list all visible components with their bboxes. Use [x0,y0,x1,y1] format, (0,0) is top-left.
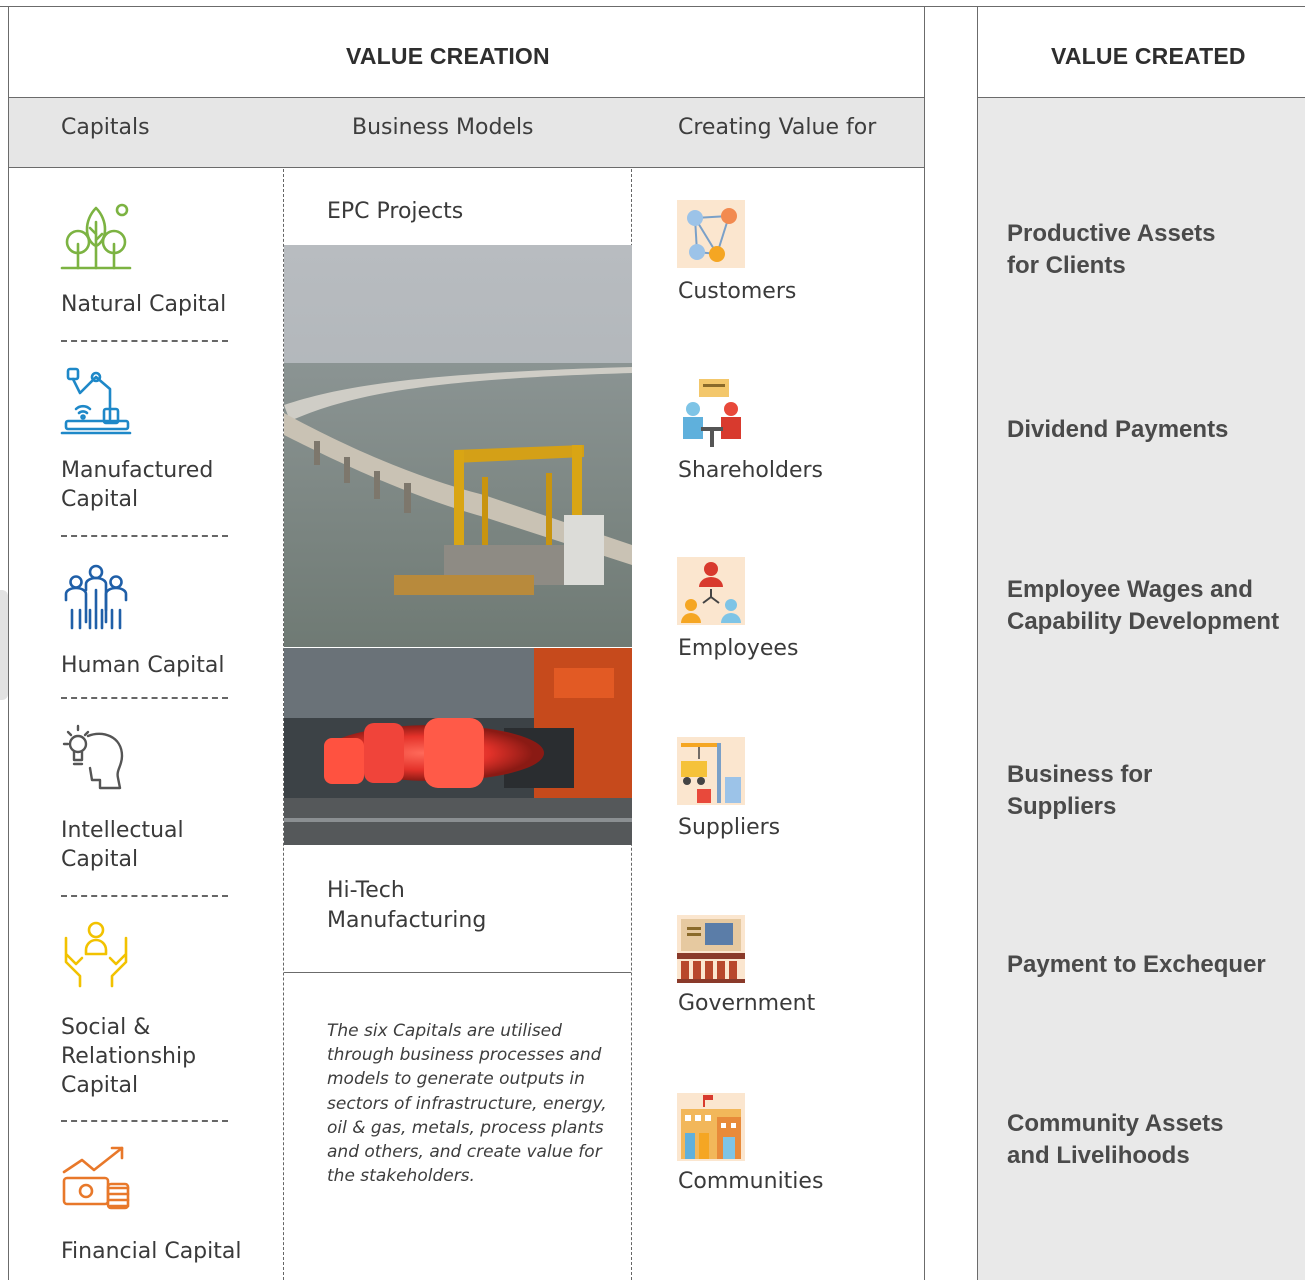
value-created-item: Community Assets and Livelihoods [1007,1110,1224,1169]
value-created-item: Payment to Exchequer [1007,951,1266,978]
crane-truck-icon [677,737,745,805]
stakeholder-label-government: Government [678,991,816,1016]
value-creation-note: The six Capitals are utilised through bu… [327,1021,607,1187]
money-growth-icon [62,1146,130,1210]
stakeholder-label-communities: Communities [678,1169,824,1194]
network-people-icon [677,200,745,268]
hitech-manufacturing-label: Hi-Tech Manufacturing [327,878,487,933]
team-hierarchy-icon [677,557,745,625]
stakeholder-label-suppliers: Suppliers [678,815,781,840]
forging-manufacturing-image [284,648,632,845]
trees-icon [60,203,132,270]
stakeholder-label-employees: Employees [678,636,799,661]
lightbulb-head-icon [62,724,124,790]
people-icon [64,564,128,630]
meeting-icon [677,379,745,447]
bridge-construction-image [284,245,632,647]
capital-label-social: Social & Relationship Capital [61,1015,197,1098]
left-edge-shadow [0,590,8,700]
value-created-item: Business for Suppliers [1007,761,1153,820]
town-buildings-icon [677,1093,745,1161]
hands-person-icon [64,921,128,988]
capital-label-manufactured: Manufactured Capital [61,458,214,512]
capitals-header: Capitals [61,115,150,140]
stakeholder-label-customers: Customers [678,279,797,304]
epc-projects-label: EPC Projects [327,199,464,224]
value-creation-title: VALUE CREATION [346,43,550,69]
government-building-icon [677,915,745,983]
capital-label-human: Human Capital [61,653,225,678]
value-created-item: Productive Assets for Clients [1007,220,1216,279]
capital-label-financial: Financial Capital [61,1239,242,1264]
creating-value-for-header: Creating Value for [678,115,877,140]
stakeholder-label-shareholders: Shareholders [678,458,824,483]
capital-label-natural: Natural Capital [61,292,227,317]
capital-label-intellectual: Intellectual Capital [61,818,184,872]
robot-arm-icon [60,367,132,435]
value-created-title: VALUE CREATED [1051,43,1246,69]
value-created-item: Employee Wages and Capability Developmen… [1007,576,1280,635]
value-created-item: Dividend Payments [1007,416,1229,443]
business-models-header: Business Models [352,115,534,140]
